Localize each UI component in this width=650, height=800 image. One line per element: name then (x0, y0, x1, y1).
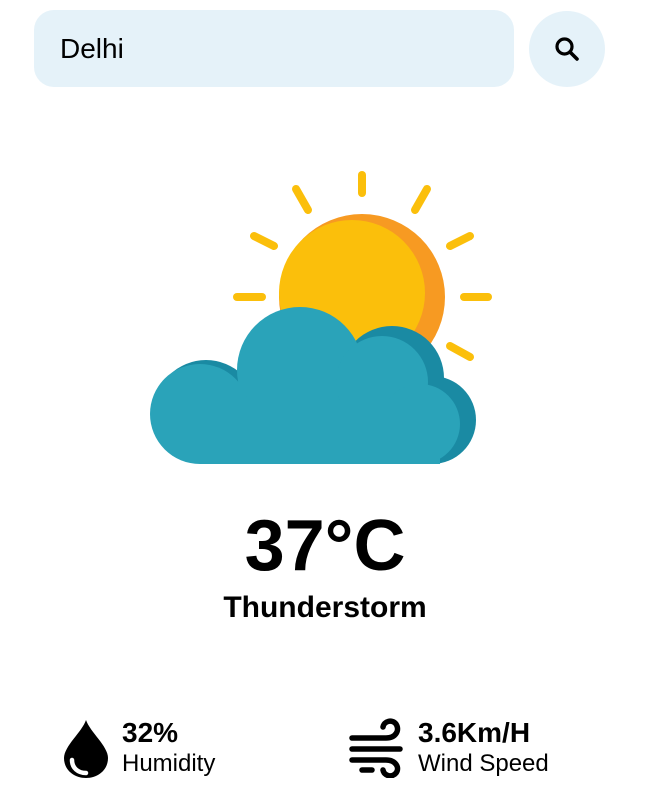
humidity-value: 32% (122, 717, 179, 748)
search-icon (555, 37, 579, 61)
search-button[interactable] (529, 11, 605, 87)
wind-icon (349, 718, 403, 778)
humidity-label: Humidity (122, 750, 216, 777)
search-input[interactable] (60, 32, 488, 65)
wind-stat: 3.6Km/H Wind Speed (346, 708, 549, 788)
temperature: 37°C (244, 506, 406, 586)
weather-condition: Thunderstorm (223, 591, 427, 624)
partly-cloudy-sun-icon (150, 171, 492, 464)
humidity-stat: 32% Humidity (60, 708, 215, 788)
water-drop-icon (64, 720, 108, 778)
wind-speed-label: Wind Speed (418, 750, 549, 777)
weather-app: 37°C Thunderstorm 32% Humidity 3.6Km/H W… (0, 0, 650, 800)
search-bar[interactable] (34, 10, 514, 87)
wind-speed-value: 3.6Km/H (418, 717, 531, 748)
